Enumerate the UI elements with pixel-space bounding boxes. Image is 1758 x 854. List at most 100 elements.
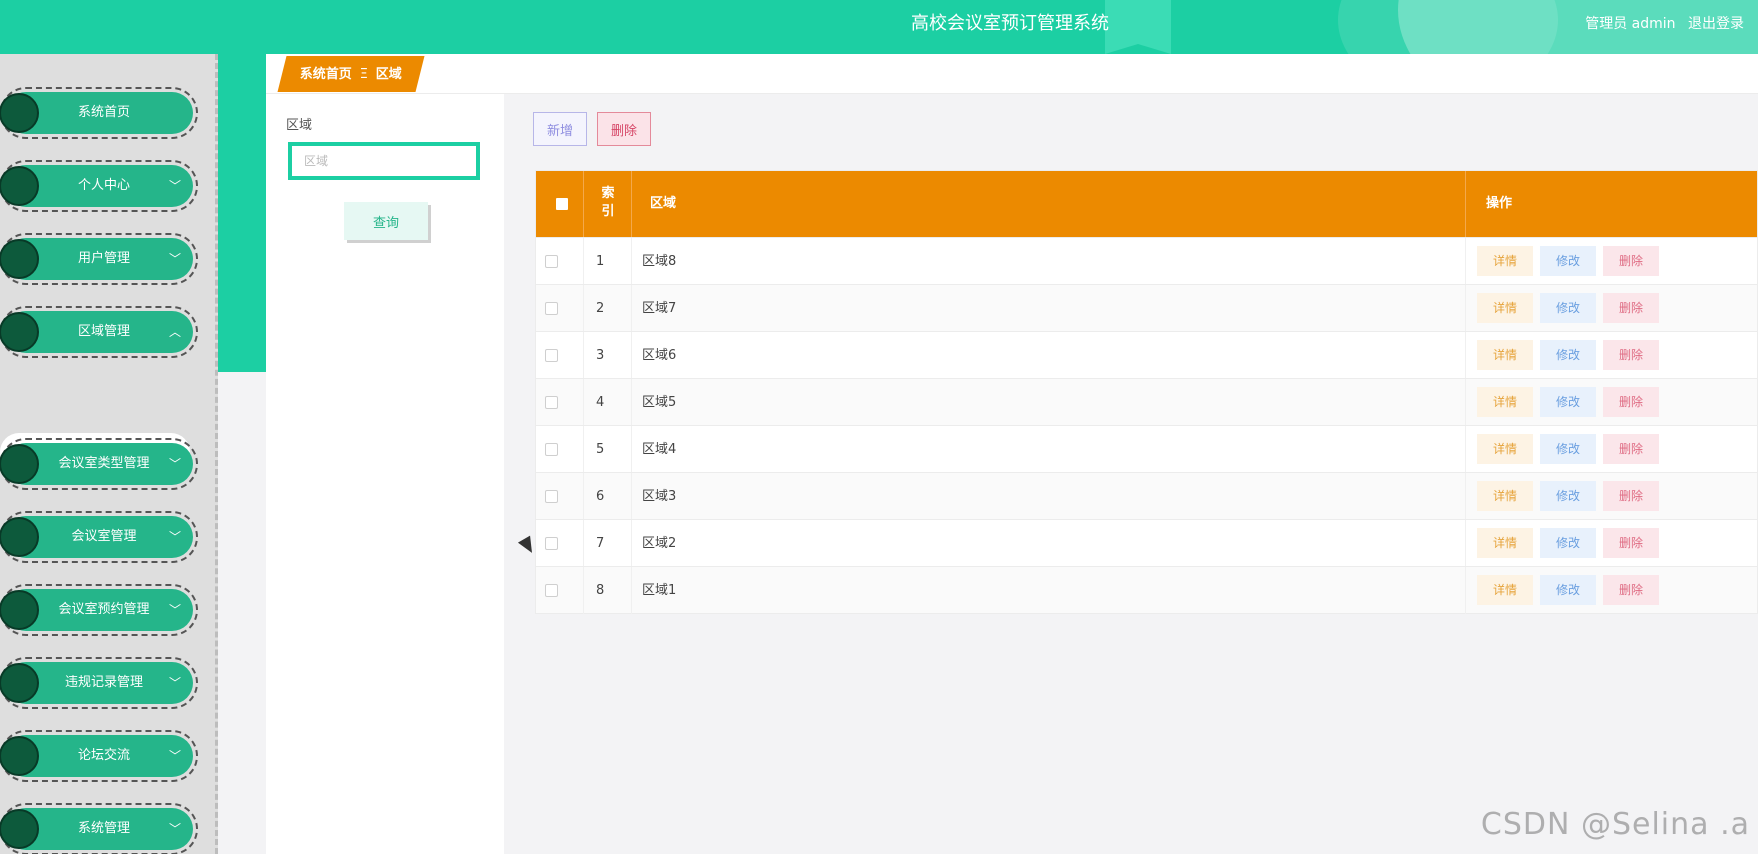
sidebar-item-forum[interactable]: 论坛交流 ﹀ <box>0 730 198 782</box>
row-actions: 详情 修改 删除 <box>1466 285 1758 332</box>
menu-circle-icon <box>0 312 39 352</box>
sidebar-item-violation-management[interactable]: 违规记录管理 ﹀ <box>0 657 198 709</box>
detail-button[interactable]: 详情 <box>1477 387 1533 417</box>
chevron-down-icon: ﹀ <box>168 252 181 266</box>
detail-button[interactable]: 详情 <box>1477 246 1533 276</box>
chevron-down-icon: ﹀ <box>168 676 181 690</box>
edit-button[interactable]: 修改 <box>1540 434 1596 464</box>
breadcrumb-separator-icon: Ξ <box>359 67 368 82</box>
row-checkbox[interactable] <box>545 443 558 456</box>
sidebar-item-area-management[interactable]: 区域管理 ︿ <box>0 306 198 358</box>
header-area-cell: 区域 <box>632 171 1466 237</box>
row-checkbox[interactable] <box>545 255 558 268</box>
chevron-up-icon: ︿ <box>168 325 181 339</box>
edit-button[interactable]: 修改 <box>1540 246 1596 276</box>
row-checkbox[interactable] <box>545 584 558 597</box>
row-actions: 详情 修改 删除 <box>1466 567 1758 614</box>
row-index: 7 <box>584 520 632 567</box>
sidebar-item-label: 会议室预约管理 <box>58 602 150 617</box>
breadcrumb-home[interactable]: 系统首页 <box>300 57 352 93</box>
delete-button[interactable]: 删除 <box>1603 246 1659 276</box>
select-all-checkbox[interactable] <box>556 198 568 210</box>
sidebar-item-room-type-management[interactable]: 会议室类型管理 ﹀ <box>0 438 198 490</box>
sidebar-item-user-management[interactable]: 用户管理 ﹀ <box>0 233 198 285</box>
sidebar-item-personal-center[interactable]: 个人中心 ﹀ <box>0 160 198 212</box>
row-checkbox[interactable] <box>545 349 558 362</box>
accent-block <box>218 54 266 372</box>
detail-button[interactable]: 详情 <box>1477 434 1533 464</box>
table-row: 3 区域6 详情 修改 删除 <box>536 331 1757 379</box>
row-checkbox[interactable] <box>545 490 558 503</box>
detail-button[interactable]: 详情 <box>1477 528 1533 558</box>
batch-delete-button[interactable]: 删除 <box>597 112 651 146</box>
edit-button[interactable]: 修改 <box>1540 575 1596 605</box>
row-index: 8 <box>584 567 632 614</box>
row-index: 3 <box>584 332 632 379</box>
logout-link[interactable]: 退出登录 <box>1688 16 1744 32</box>
row-checkbox[interactable] <box>545 537 558 550</box>
detail-button[interactable]: 详情 <box>1477 293 1533 323</box>
delete-button[interactable]: 删除 <box>1603 528 1659 558</box>
row-index: 2 <box>584 285 632 332</box>
table-body: 1 区域8 详情 修改 删除 2 区域7 详情 修改 删除 3 区域6 详情 修改 删除 4 区域5 详情 修改 删除… <box>536 237 1758 614</box>
table-row: 7 区域2 详情 修改 删除 <box>536 519 1757 567</box>
sidebar-item-home[interactable]: 系统首页 <box>0 87 198 139</box>
table-row: 2 区域7 详情 修改 删除 <box>536 284 1758 332</box>
sidebar-item-label: 系统管理 <box>77 821 130 836</box>
delete-button[interactable]: 删除 <box>1603 575 1659 605</box>
main-content: 新增 删除 索引 区域 操作 1 区域8 详情 修改 删除 2 区域7 详情 修改 删除 3 区域6 详… <box>504 94 1758 854</box>
row-area: 区域6 <box>632 332 1466 379</box>
sidebar-item-label: 论坛交流 <box>77 748 130 763</box>
row-checkbox-cell <box>536 567 584 614</box>
area-table: 索引 区域 操作 1 区域8 详情 修改 删除 2 区域7 详情 修改 删除 3 区域6 详情 修改 删除 4… <box>535 170 1758 614</box>
row-checkbox-cell <box>536 520 584 567</box>
sidebar-item-label: 系统首页 <box>77 105 130 120</box>
row-actions: 详情 修改 删除 <box>1466 238 1758 285</box>
menu-circle-icon <box>0 736 39 776</box>
table-row: 6 区域3 详情 修改 删除 <box>536 472 1757 520</box>
column-header-actions: 操作 <box>1486 196 1513 211</box>
edit-button[interactable]: 修改 <box>1540 528 1596 558</box>
delete-button[interactable]: 删除 <box>1603 481 1659 511</box>
edit-button[interactable]: 修改 <box>1540 387 1596 417</box>
edit-button[interactable]: 修改 <box>1540 340 1596 370</box>
column-header-index[interactable]: 索引 <box>596 185 620 221</box>
delete-button[interactable]: 删除 <box>1603 340 1659 370</box>
row-checkbox[interactable] <box>545 302 558 315</box>
row-area: 区域8 <box>632 238 1466 285</box>
table-row: 4 区域5 详情 修改 删除 <box>536 378 1758 426</box>
row-checkbox[interactable] <box>545 396 558 409</box>
detail-button[interactable]: 详情 <box>1477 575 1533 605</box>
edit-button[interactable]: 修改 <box>1540 481 1596 511</box>
detail-button[interactable]: 详情 <box>1477 481 1533 511</box>
delete-button[interactable]: 删除 <box>1603 293 1659 323</box>
column-header-area[interactable]: 区域 <box>650 171 676 237</box>
sidebar-item-booking-management[interactable]: 会议室预约管理 ﹀ <box>0 584 198 636</box>
sidebar: 系统首页 个人中心﹀ 用户管理﹀ 区域管理︿ 区域 会议室类型管理﹀ 会议室管理… <box>0 54 218 854</box>
sidebar-item-label: 违规记录管理 <box>64 675 143 690</box>
chevron-down-icon: ﹀ <box>168 457 181 471</box>
chevron-down-icon: ﹀ <box>168 179 181 193</box>
table-header: 索引 区域 操作 <box>536 171 1757 237</box>
header-index-cell: 索引 <box>584 171 632 237</box>
sidebar-item-room-management[interactable]: 会议室管理 ﹀ <box>0 511 198 563</box>
area-search-input[interactable] <box>288 142 480 180</box>
menu-circle-icon <box>0 517 39 557</box>
search-label: 区域 <box>286 118 313 133</box>
row-index: 6 <box>584 473 632 520</box>
detail-button[interactable]: 详情 <box>1477 340 1533 370</box>
delete-button[interactable]: 删除 <box>1603 387 1659 417</box>
breadcrumb-current: 区域 <box>375 67 403 82</box>
menu-circle-icon <box>0 590 39 630</box>
query-button[interactable]: 查询 <box>344 202 428 240</box>
add-button[interactable]: 新增 <box>533 112 587 146</box>
row-index: 4 <box>584 379 632 426</box>
delete-button[interactable]: 删除 <box>1603 434 1659 464</box>
table-row: 1 区域8 详情 修改 删除 <box>536 237 1758 285</box>
row-area: 区域2 <box>632 520 1466 567</box>
row-checkbox-cell <box>536 238 584 285</box>
sidebar-item-system-management[interactable]: 系统管理 ﹀ <box>0 803 198 854</box>
watermark: CSDN @Selina .a <box>1480 807 1750 842</box>
edit-button[interactable]: 修改 <box>1540 293 1596 323</box>
row-actions: 详情 修改 删除 <box>1466 379 1758 426</box>
